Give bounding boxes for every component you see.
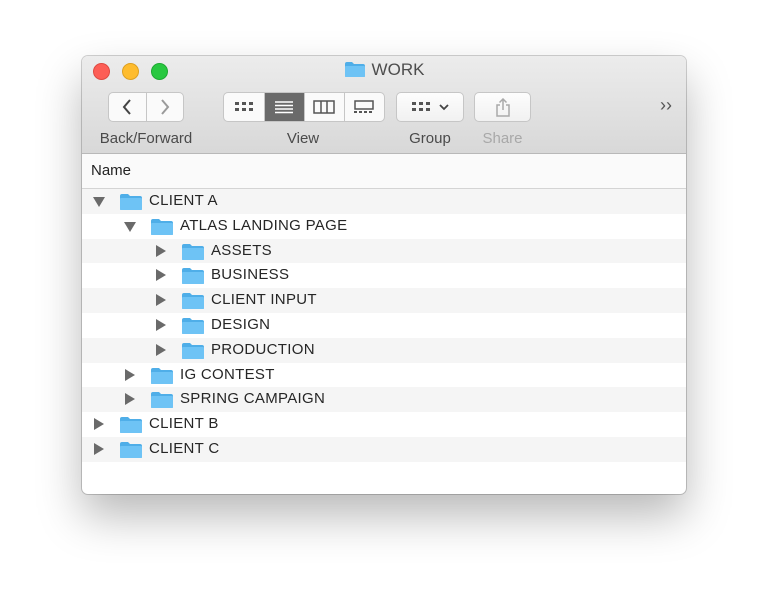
disclosure-closed-icon[interactable]	[125, 393, 135, 406]
folder-icon	[119, 416, 143, 438]
back-forward-control	[108, 92, 184, 122]
folder-icon	[150, 391, 174, 413]
chevron-right-icon	[160, 99, 170, 115]
column-header-name[interactable]: Name	[82, 154, 686, 189]
disclosure-closed-icon[interactable]	[156, 244, 166, 257]
tree-row-label: ASSETS	[211, 241, 272, 259]
back-forward-label: Back/Forward	[99, 130, 193, 147]
share-label: Share	[482, 130, 523, 147]
folder-icon	[181, 342, 205, 364]
tree-row-label: IG CONTEST	[180, 365, 275, 383]
tree-row-label: CLIENT B	[149, 415, 219, 433]
tree-row-label: CLIENT A	[149, 192, 218, 209]
tree-row[interactable]: CLIENT C	[82, 436, 686, 463]
chevron-down-icon	[439, 103, 449, 110]
folder-icon	[181, 267, 205, 289]
view-icons-button[interactable]	[224, 93, 266, 121]
folder-icon	[181, 292, 205, 314]
view-list-button[interactable]	[265, 93, 305, 121]
folder-icon	[119, 441, 143, 463]
disclosure-closed-icon[interactable]	[156, 269, 166, 282]
file-list: CLIENT A ATLAS LANDING PAGE ASSETS BUSINESS…	[82, 189, 686, 462]
share-icon	[495, 97, 510, 117]
group-label: Group	[409, 130, 451, 147]
column-header-name-label: Name	[91, 162, 132, 179]
group-grid-icon	[412, 102, 430, 111]
icon-grid-icon	[235, 102, 254, 111]
tree-row-label: SPRING CAMPAIGN	[180, 390, 326, 408]
disclosure-closed-icon[interactable]	[156, 318, 166, 331]
tree-row[interactable]: DESIGN	[82, 312, 686, 339]
disclosure-open-icon[interactable]	[93, 197, 105, 207]
list-view-icon	[275, 101, 294, 114]
view-control	[223, 92, 385, 122]
folder-icon	[181, 317, 205, 339]
window-title: WORK	[82, 60, 686, 80]
folder-icon	[150, 218, 174, 240]
view-columns-button[interactable]	[305, 93, 345, 121]
disclosure-closed-icon[interactable]	[156, 294, 166, 307]
chevron-left-icon	[122, 99, 132, 115]
folder-icon	[344, 62, 365, 77]
toolbar: WORK Back/Forward View Group Share ››	[82, 56, 686, 154]
tree-row[interactable]: PRODUCTION	[82, 337, 686, 364]
folder-icon	[150, 367, 174, 389]
disclosure-closed-icon[interactable]	[94, 418, 104, 431]
tree-row[interactable]: CLIENT INPUT	[82, 288, 686, 313]
disclosure-closed-icon[interactable]	[125, 368, 135, 381]
folder-icon	[119, 193, 143, 215]
gallery-view-icon	[354, 100, 375, 113]
tree-row-label: CLIENT C	[149, 439, 220, 457]
forward-button[interactable]	[147, 93, 184, 121]
group-button[interactable]	[396, 92, 464, 122]
share-button[interactable]	[474, 92, 531, 122]
tree-row[interactable]: IG CONTEST	[82, 362, 686, 389]
tree-row[interactable]: ASSETS	[82, 238, 686, 265]
folder-icon	[181, 243, 205, 265]
tree-row-label: BUSINESS	[211, 266, 290, 284]
tree-row-label: ATLAS LANDING PAGE	[180, 216, 348, 234]
tree-row-label: DESIGN	[211, 315, 271, 333]
tree-row[interactable]: CLIENT A	[82, 189, 686, 214]
tree-row-label: PRODUCTION	[211, 340, 315, 358]
tree-row[interactable]: ATLAS LANDING PAGE	[82, 213, 686, 240]
view-gallery-button[interactable]	[345, 93, 384, 121]
tree-row[interactable]: SPRING CAMPAIGN	[82, 387, 686, 413]
toolbar-overflow-button[interactable]: ››	[660, 95, 672, 116]
tree-row-label: CLIENT INPUT	[211, 291, 317, 309]
finder-window: WORK Back/Forward View Group Share ›› Na…	[82, 56, 686, 494]
tree-row[interactable]: CLIENT B	[82, 412, 686, 437]
columns-view-icon	[313, 100, 335, 114]
disclosure-closed-icon[interactable]	[94, 442, 104, 455]
tree-row[interactable]: BUSINESS	[82, 263, 686, 289]
disclosure-open-icon[interactable]	[124, 221, 136, 232]
window-title-text: WORK	[371, 60, 425, 79]
view-label: View	[286, 130, 320, 147]
back-button[interactable]	[109, 93, 147, 121]
disclosure-closed-icon[interactable]	[156, 343, 166, 356]
